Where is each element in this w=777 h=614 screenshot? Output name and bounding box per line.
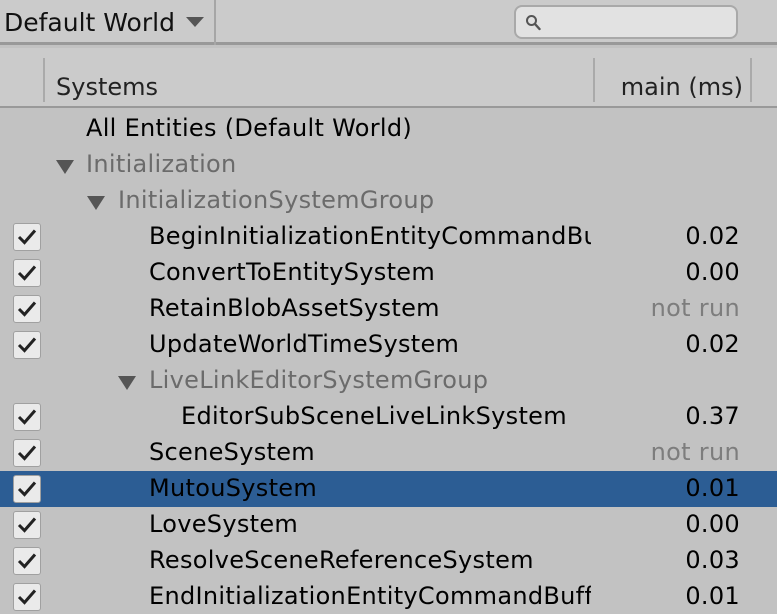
search-field[interactable] <box>514 5 738 39</box>
row-label: MutouSystem <box>149 474 318 502</box>
checkmark-icon <box>17 301 37 317</box>
row-time-value: not run <box>650 438 740 466</box>
system-enabled-checkbox[interactable] <box>13 331 41 359</box>
checkmark-icon <box>17 409 37 425</box>
tree-row-livelink-editor-system-group[interactable]: LiveLinkEditorSystemGroup <box>0 363 777 399</box>
tree-row-system[interactable]: BeginInitializationEntityCommandBufferSy… <box>0 219 777 255</box>
tree-row-initialization-system-group[interactable]: InitializationSystemGroup <box>0 183 777 219</box>
row-label: LiveLinkEditorSystemGroup <box>149 366 489 394</box>
toolbar: Default World <box>0 0 777 45</box>
column-header-systems[interactable]: Systems <box>56 73 158 101</box>
row-label: SceneSystem <box>149 438 315 466</box>
checkmark-icon <box>17 265 37 281</box>
tree-row-system[interactable]: ConvertToEntitySystem 0.00 <box>0 255 777 291</box>
system-enabled-checkbox[interactable] <box>13 583 41 611</box>
system-enabled-checkbox[interactable] <box>13 475 41 503</box>
system-enabled-checkbox[interactable] <box>13 223 41 251</box>
search-input[interactable] <box>548 9 728 35</box>
tree-row-system[interactable]: SceneSystem not run <box>0 435 777 471</box>
row-time-value: 0.01 <box>685 474 740 502</box>
world-dropdown-label: Default World <box>4 8 175 37</box>
tree-row-system[interactable]: EditorSubSceneLiveLinkSystem 0.37 <box>0 399 777 435</box>
row-time-value: not run <box>650 294 740 322</box>
row-label: BeginInitializationEntityCommandBufferSy… <box>149 222 591 250</box>
row-time-value: 0.37 <box>685 402 740 430</box>
system-enabled-checkbox[interactable] <box>13 547 41 575</box>
row-label: UpdateWorldTimeSystem <box>149 330 460 358</box>
column-divider[interactable] <box>593 58 595 102</box>
checkmark-icon <box>17 517 37 533</box>
row-label: RetainBlobAssetSystem <box>149 294 440 322</box>
tree-row-system[interactable]: ResolveSceneReferenceSystem 0.03 <box>0 543 777 579</box>
row-time-value: 0.00 <box>685 258 740 286</box>
row-label: All Entities (Default World) <box>86 114 413 142</box>
checkmark-icon <box>17 337 37 353</box>
tree-row-system[interactable]: EndInitializationEntityCommandBufferSyst… <box>0 579 777 614</box>
checkmark-icon <box>17 445 37 461</box>
row-label: ResolveSceneReferenceSystem <box>149 546 534 574</box>
row-time-value: 0.00 <box>685 510 740 538</box>
tree-row-initialization[interactable]: Initialization <box>0 147 777 183</box>
row-time-value: 0.03 <box>685 546 740 574</box>
row-time-value: 0.01 <box>685 582 740 610</box>
expand-triangle-icon[interactable] <box>56 160 74 174</box>
row-label: InitializationSystemGroup <box>118 186 435 214</box>
row-label: EndInitializationEntityCommandBufferSyst… <box>149 582 591 610</box>
checkmark-icon <box>17 481 37 497</box>
world-dropdown[interactable]: Default World <box>0 0 216 45</box>
systems-tree: All Entities (Default World) Initializat… <box>0 110 777 614</box>
tree-row-system[interactable]: RetainBlobAssetSystem not run <box>0 291 777 327</box>
column-divider <box>43 58 45 102</box>
row-label: EditorSubSceneLiveLinkSystem <box>181 402 567 430</box>
system-enabled-checkbox[interactable] <box>13 403 41 431</box>
checkmark-icon <box>17 589 37 605</box>
tree-row-all-entities[interactable]: All Entities (Default World) <box>0 111 777 147</box>
tree-row-system[interactable]: UpdateWorldTimeSystem 0.02 <box>0 327 777 363</box>
checkmark-icon <box>17 553 37 569</box>
checkmark-icon <box>17 229 37 245</box>
system-enabled-checkbox[interactable] <box>13 439 41 467</box>
system-enabled-checkbox[interactable] <box>13 259 41 287</box>
system-enabled-checkbox[interactable] <box>13 511 41 539</box>
row-time-value: 0.02 <box>685 222 740 250</box>
tree-row-system[interactable]: LoveSystem 0.00 <box>0 507 777 543</box>
search-icon <box>526 15 541 31</box>
row-label: ConvertToEntitySystem <box>149 258 436 286</box>
row-time-value: 0.02 <box>685 330 740 358</box>
chevron-down-icon <box>186 17 204 27</box>
expand-triangle-icon[interactable] <box>118 376 136 390</box>
row-label: Initialization <box>86 150 237 178</box>
expand-triangle-icon[interactable] <box>87 196 105 210</box>
system-enabled-checkbox[interactable] <box>13 295 41 323</box>
column-header: Systems main (ms) <box>0 48 777 108</box>
row-label: LoveSystem <box>149 510 299 538</box>
column-divider[interactable] <box>750 58 752 102</box>
tree-row-system-selected[interactable]: MutouSystem 0.01 <box>0 471 777 507</box>
column-header-main-ms[interactable]: main (ms) <box>621 73 743 101</box>
